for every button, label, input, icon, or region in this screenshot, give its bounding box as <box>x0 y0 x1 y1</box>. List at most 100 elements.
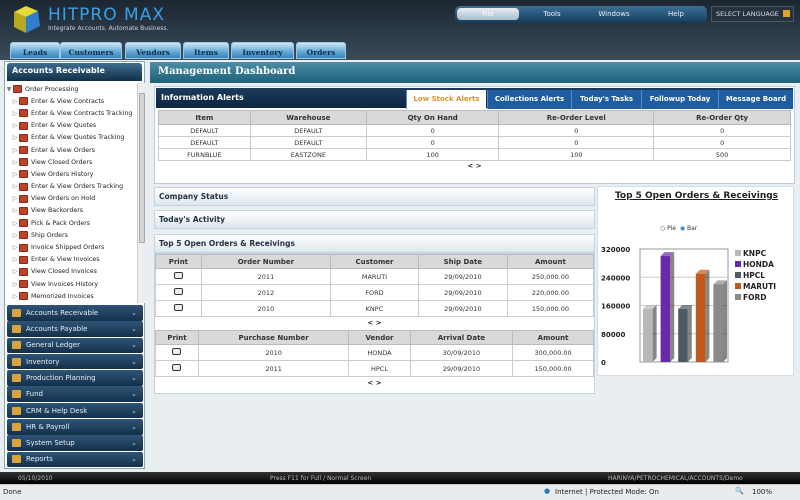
module-accounts-receivable[interactable]: Accounts Receivable ⌄ <box>7 305 143 321</box>
tree-root-label: Order Processing <box>25 85 79 93</box>
column-header[interactable]: Re-Order Level <box>498 110 655 125</box>
tree-item[interactable]: ▷ View Invoices History <box>5 278 137 290</box>
column-header[interactable]: Customer <box>330 254 419 269</box>
scroll-thumb[interactable] <box>139 93 145 243</box>
tree-item-label: Ship Orders <box>31 231 68 239</box>
tree-item[interactable]: ▷ Enter & View Contracts Tracking <box>5 107 137 119</box>
column-header[interactable]: Print <box>155 330 199 345</box>
module-general-ledger[interactable]: General Ledger ⌄ <box>7 337 143 354</box>
menu-help[interactable]: Help <box>645 10 707 18</box>
column-header[interactable]: Item <box>158 110 251 125</box>
tab-todays-tasks[interactable]: Today's Tasks <box>571 90 641 109</box>
table-cell: 250,000.00 <box>506 268 595 285</box>
company-status-panel[interactable]: Company Status <box>154 187 595 206</box>
column-header[interactable]: Amount <box>512 330 594 345</box>
tree-root[interactable]: ▼ Order Processing <box>5 83 137 95</box>
printer-icon[interactable] <box>172 364 182 371</box>
tab-leads[interactable]: Leads <box>10 42 60 59</box>
document-icon <box>19 255 28 264</box>
tree-item[interactable]: ▷ View Closed Invoices <box>5 266 137 278</box>
printer-icon[interactable] <box>173 272 183 279</box>
tab-collections-alerts[interactable]: Collections Alerts <box>487 90 571 109</box>
security-zone: Internet | Protected Mode: On <box>555 488 659 496</box>
dropdown-icon <box>783 10 790 17</box>
language-select[interactable]: SELECT LANGUAGE <box>711 6 794 22</box>
module-hr-payroll[interactable]: HR & Payroll ⌄ <box>7 419 143 435</box>
zoom-level[interactable]: 100% <box>752 488 772 496</box>
info-header: Information Alerts Low Stock Alerts Coll… <box>156 88 793 109</box>
tab-vendors[interactable]: Vendors <box>125 42 181 59</box>
tree-item[interactable]: ▷ Memorized Invoices <box>5 290 137 302</box>
tree-item[interactable]: ▷ Enter & View Contracts <box>5 95 137 107</box>
module-icon <box>12 357 21 366</box>
module-reports[interactable]: Reports ⌄ <box>7 451 143 468</box>
printer-icon[interactable] <box>173 304 183 311</box>
tab-followup-today[interactable]: Followup Today <box>641 90 718 109</box>
printer-icon[interactable] <box>172 348 182 355</box>
tab-orders[interactable]: Orders <box>296 42 346 59</box>
todays-activity-panel[interactable]: Today's Activity <box>154 210 595 229</box>
document-icon <box>19 219 28 228</box>
tree-item[interactable]: ▷ Enter & View Orders Tracking <box>5 181 137 193</box>
module-inventory[interactable]: Inventory ⌄ <box>7 353 143 370</box>
chevron-down-icon: ⌄ <box>131 439 137 448</box>
sidebar-title: Accounts Receivable <box>7 63 142 81</box>
legend-label: KNPC <box>743 249 767 258</box>
menu-windows[interactable]: Windows <box>583 10 645 18</box>
orders-pager[interactable]: < > <box>155 317 594 330</box>
radio-bar[interactable]: ◉ Bar <box>680 225 697 232</box>
column-header[interactable]: Order Number <box>200 254 332 269</box>
tree-item[interactable]: ▷ View Closed Orders <box>5 156 137 168</box>
tree-item[interactable]: ▷Enter & View Invoices Tracking <box>5 302 137 303</box>
menu-file[interactable]: File <box>457 8 519 20</box>
legend-swatch <box>735 250 741 256</box>
column-header[interactable]: Warehouse <box>249 110 368 125</box>
column-header[interactable]: Re-Order Qty <box>653 110 791 125</box>
column-header[interactable]: Amount <box>506 254 595 269</box>
pager[interactable]: < > <box>158 161 791 171</box>
column-header[interactable]: Print <box>155 254 202 269</box>
column-header[interactable]: Ship Date <box>417 254 508 269</box>
tab-low-stock-alerts[interactable]: Low Stock Alerts <box>406 90 486 109</box>
column-header[interactable]: Vendor <box>348 330 411 345</box>
tree-item[interactable]: ▷ Pick & Pack Orders <box>5 217 137 229</box>
document-icon <box>19 146 28 155</box>
tree-item-label: View Closed Orders <box>31 158 93 166</box>
tab-items[interactable]: Items <box>183 42 229 59</box>
chevron-down-icon: ⌄ <box>131 455 137 464</box>
module-accounts-payable[interactable]: Accounts Payable ⌄ <box>7 321 143 337</box>
module-fund[interactable]: Fund ⌄ <box>7 386 143 402</box>
menu-tools[interactable]: Tools <box>521 10 583 18</box>
tree-item[interactable]: ▷ Ship Orders <box>5 229 137 241</box>
tree-item-label: Enter & View Invoices <box>31 256 100 264</box>
radio-pie[interactable]: ○ Pie <box>660 225 676 232</box>
tree-item[interactable]: ▷ Enter & View Quotes Tracking <box>5 132 137 144</box>
chevron-down-icon: ⌄ <box>131 308 137 317</box>
column-header[interactable]: Qty On Hand <box>366 110 500 125</box>
tab-customers[interactable]: Customers <box>60 42 122 59</box>
scrollbar[interactable] <box>137 83 145 303</box>
column-header[interactable]: Arrival Date <box>409 330 514 345</box>
tree-item[interactable]: ▷ View Backorders <box>5 205 137 217</box>
printer-icon[interactable] <box>173 288 183 295</box>
tab-message-board[interactable]: Message Board <box>718 90 793 109</box>
column-header[interactable]: Purchase Number <box>197 330 350 345</box>
top5-panel-title[interactable]: Top 5 Open Orders & Receivings <box>154 234 595 253</box>
bar-maruti <box>695 273 706 362</box>
module-system-setup[interactable]: System Setup ⌄ <box>7 435 143 451</box>
receivings-pager[interactable]: < > <box>155 377 594 390</box>
tree-item[interactable]: ▷ View Orders History <box>5 168 137 180</box>
tree-item[interactable]: ▷ View Orders on Hold <box>5 193 137 205</box>
table-cell: 150,000.00 <box>506 300 595 317</box>
tree-item[interactable]: ▷ Enter & View Invoices <box>5 254 137 266</box>
tab-inventory[interactable]: Inventory <box>231 42 294 59</box>
tree-item[interactable]: ▷ Enter & View Orders <box>5 144 137 156</box>
tree-item-label: Enter & View Orders Tracking <box>31 183 124 191</box>
document-icon <box>19 97 28 106</box>
tree-item[interactable]: ▷ Enter & View Quotes <box>5 120 137 132</box>
tree-item[interactable]: ▷ Invoice Shipped Orders <box>5 241 137 253</box>
logo-icon <box>14 6 40 33</box>
module-production-planning[interactable]: Production Planning ⌄ <box>7 370 143 386</box>
y-tick-label: 160000 <box>601 303 630 311</box>
module-crm-help-desk[interactable]: CRM & Help Desk ⌄ <box>7 402 143 419</box>
